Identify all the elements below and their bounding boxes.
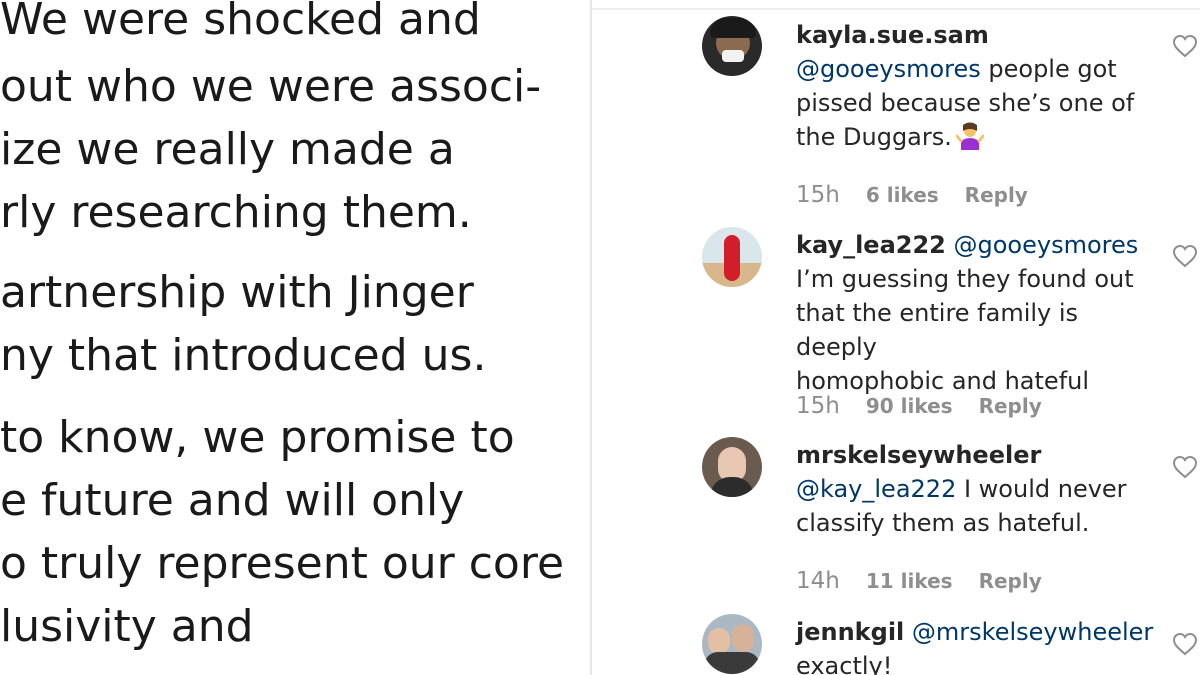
statement-line: rly researching them. (0, 187, 472, 238)
heart-outline-icon[interactable] (1172, 632, 1198, 656)
heart-outline-icon[interactable] (1172, 244, 1198, 268)
comment-username[interactable]: jennkgil (796, 618, 904, 646)
comment-time: 15h (796, 182, 840, 208)
comments-panel[interactable]: kayla.sue.sam @gooeysmores people got pi… (592, 0, 1200, 675)
comment-mention[interactable]: @gooeysmores (954, 231, 1139, 259)
comment-likes[interactable]: 11 likes (866, 569, 953, 593)
statement-line: artnership with Jinger (0, 267, 474, 318)
statement-line: ny that introduced us. (0, 330, 487, 381)
comment-time: 15h (796, 393, 840, 419)
statement-line: We were shocked and (0, 0, 481, 45)
statement-image: We were shocked and out who we were asso… (0, 0, 590, 675)
person-shrugging-emoji (955, 122, 984, 150)
statement-line: out who we were associ- (0, 61, 542, 112)
comment-likes[interactable]: 6 likes (866, 183, 939, 207)
comment-text: pissed because she’s one of (796, 89, 1135, 117)
comment-text: the Duggars. (796, 123, 952, 151)
comment-body: mrskelseywheeler @kay_lea222 I would nev… (796, 438, 1156, 540)
statement-line: to know, we promise to (0, 412, 515, 463)
heart-outline-icon[interactable] (1172, 34, 1198, 58)
heart-outline-icon[interactable] (1172, 455, 1198, 479)
comment-username[interactable]: mrskelseywheeler (796, 441, 1041, 469)
comment-meta: 15h 6 likes Reply (796, 182, 1028, 208)
comment-body: kayla.sue.sam @gooeysmores people got pi… (796, 18, 1156, 154)
comment-meta: 15h 90 likes Reply (796, 393, 1042, 419)
avatar[interactable] (702, 16, 762, 76)
reply-button[interactable]: Reply (965, 183, 1028, 207)
comment-text: that the entire family is deeply (796, 299, 1079, 361)
comment-meta: 14h 11 likes Reply (796, 568, 1042, 594)
comment-username[interactable]: kayla.sue.sam (796, 21, 989, 49)
comment-text: people got (980, 55, 1117, 83)
comment-time: 14h (796, 568, 840, 594)
avatar[interactable] (702, 437, 762, 497)
reply-button[interactable]: Reply (979, 394, 1042, 418)
statement-line: o truly represent our core (0, 538, 565, 589)
statement-line: lusivity and (0, 601, 254, 652)
comment-body: jennkgil @mrskelseywheeler exactly! (796, 615, 1156, 675)
comment-likes[interactable]: 90 likes (866, 394, 953, 418)
comments-top-rule (592, 8, 1200, 10)
statement-line: ize we really made a (0, 124, 455, 175)
comment-text: I’m guessing they found out (796, 265, 1134, 293)
comment-body: kay_lea222 @gooeysmores I’m guessing the… (796, 228, 1156, 398)
avatar[interactable] (702, 614, 762, 674)
comment-mention[interactable]: @kay_lea222 (796, 475, 956, 503)
reply-button[interactable]: Reply (979, 569, 1042, 593)
comment-text: exactly! (796, 652, 893, 675)
statement-line: e future and will only (0, 475, 465, 526)
screenshot-root: We were shocked and out who we were asso… (0, 0, 1200, 675)
comment-mention[interactable]: @gooeysmores (796, 55, 981, 83)
avatar[interactable] (702, 227, 762, 287)
comment-text: I would never (956, 475, 1127, 503)
comment-username[interactable]: kay_lea222 (796, 231, 946, 259)
comment-mention[interactable]: @mrskelseywheeler (912, 618, 1153, 646)
comment-text: classify them as hateful. (796, 509, 1090, 537)
